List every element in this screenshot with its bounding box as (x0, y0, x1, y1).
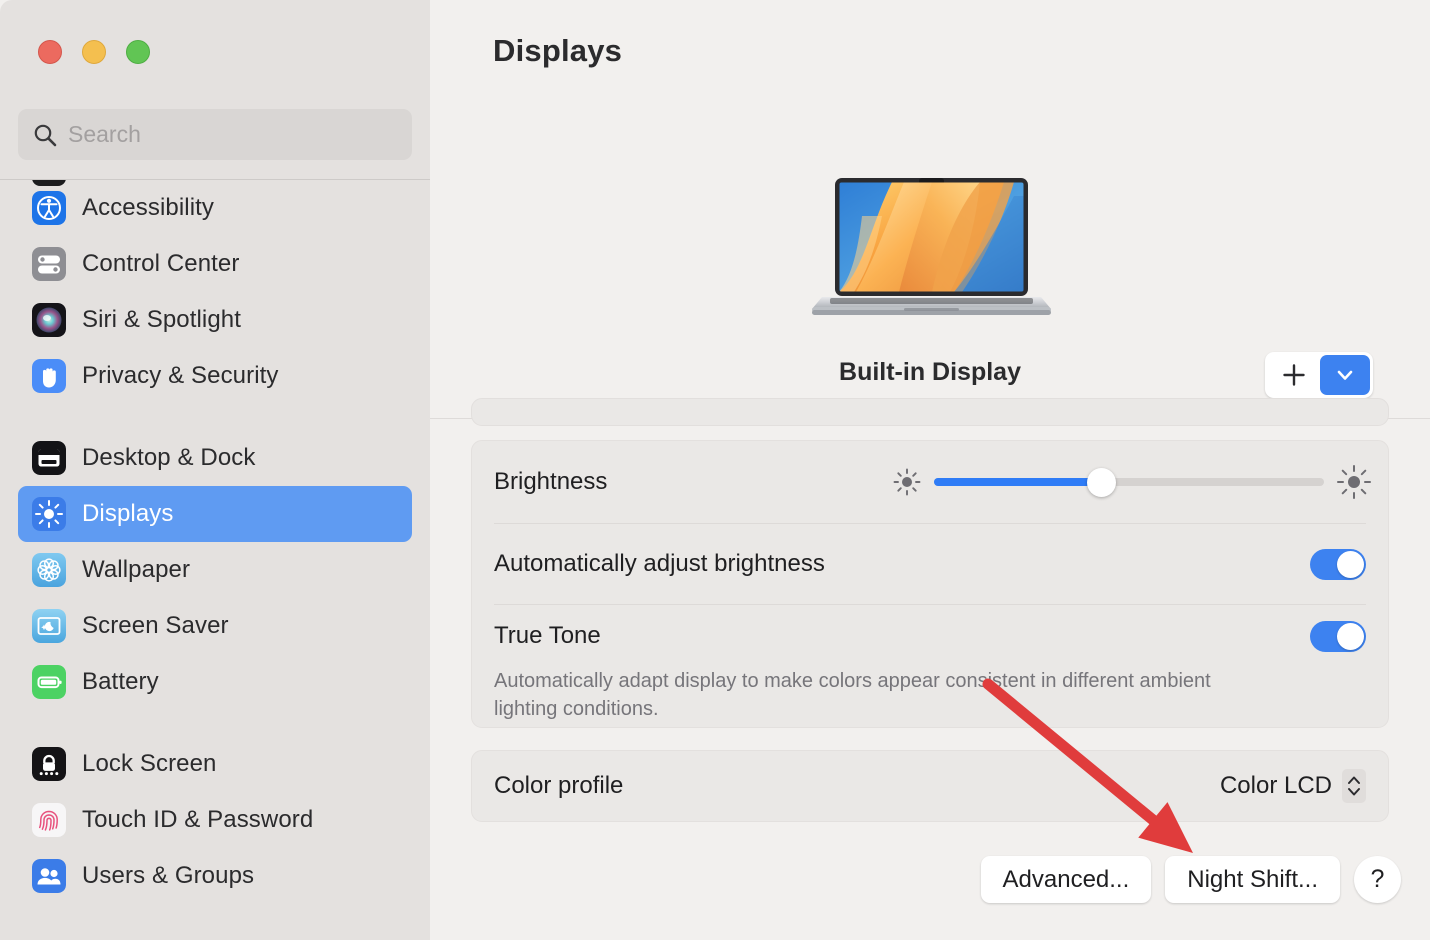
sidebar-item-wallpaper[interactable]: Wallpaper (18, 542, 412, 598)
add-display-control[interactable] (1265, 352, 1373, 398)
accessibility-icon (32, 191, 66, 225)
control-center-icon (32, 247, 66, 281)
privacy-security-icon (32, 359, 66, 393)
sidebar-item-label: Accessibility (82, 194, 214, 221)
help-button[interactable]: ? (1354, 856, 1401, 903)
sidebar-item-label: Privacy & Security (82, 362, 279, 389)
bottom-button-bar: Advanced... Night Shift... ? (980, 856, 1401, 903)
add-display-button[interactable] (1268, 355, 1320, 395)
night-shift-button[interactable]: Night Shift... (1165, 856, 1340, 903)
auto-brightness-label: Automatically adjust brightness (494, 550, 825, 577)
sidebar-item-users-groups[interactable]: Users & Groups (18, 848, 412, 904)
color-profile-row[interactable]: Color profile Color LCD (472, 751, 1388, 821)
brightness-low-icon (893, 468, 921, 496)
sidebar-item-label: Desktop & Dock (82, 444, 256, 471)
toggle-knob (1337, 622, 1364, 650)
sidebar-item-label: Lock Screen (82, 750, 217, 777)
true-tone-row[interactable]: True Tone (472, 605, 1388, 667)
sidebar-item-privacy-security[interactable]: Privacy & Security (18, 348, 412, 404)
search-icon (34, 124, 57, 146)
sidebar-item-label: Touch ID & Password (82, 806, 314, 833)
true-tone-label: True Tone (494, 622, 601, 649)
color-profile-label: Color profile (494, 772, 624, 799)
sidebar-item-label: Displays (82, 500, 174, 527)
add-display-dropdown-button[interactable] (1320, 355, 1370, 395)
sidebar-item-label: Wallpaper (82, 556, 191, 583)
sidebar-item-screen-saver[interactable]: Screen Saver (18, 598, 412, 654)
brightness-high-icon (1337, 465, 1371, 499)
brightness-slider[interactable] (892, 441, 1372, 523)
maximize-window-button[interactable] (126, 40, 150, 64)
sidebar-item-control-center[interactable]: Control Center (18, 236, 412, 292)
sidebar-item-lock-screen[interactable]: Lock Screen (18, 736, 412, 792)
brightness-label: Brightness (494, 468, 608, 495)
sidebar-item-label: Battery (82, 668, 159, 695)
sidebar: Accessibility Control Center Siri & Spot… (0, 0, 430, 940)
minimize-window-button[interactable] (82, 40, 106, 64)
auto-brightness-toggle[interactable] (1310, 548, 1366, 580)
sidebar-item-desktop-dock[interactable]: Desktop & Dock (18, 430, 412, 486)
sidebar-item-label: Siri & Spotlight (82, 306, 242, 333)
system-settings-window: Accessibility Control Center Siri & Spot… (0, 0, 1430, 940)
macbook-display-image[interactable] (804, 176, 1059, 338)
search-input[interactable] (68, 121, 388, 148)
close-window-button[interactable] (38, 40, 62, 64)
scrolled-card-above (471, 398, 1389, 426)
color-profile-card: Color profile Color LCD (471, 750, 1389, 822)
sidebar-item-label: Control Center (82, 250, 240, 277)
sidebar-item-accessibility[interactable]: Accessibility (18, 180, 412, 236)
true-tone-toggle[interactable] (1310, 620, 1366, 652)
color-profile-select[interactable]: Color LCD (1220, 769, 1366, 803)
sidebar-item-label: Screen Saver (82, 612, 229, 639)
lock-screen-icon (32, 747, 66, 781)
sidebar-item-label: Users & Groups (82, 862, 255, 889)
chevron-down-icon (1337, 370, 1353, 380)
touch-id-icon (32, 803, 66, 837)
brightness-slider-knob[interactable] (1087, 467, 1117, 497)
main-pane: Displays Built-in Display Brightness Aut… (430, 0, 1430, 940)
wallpaper-icon (32, 553, 66, 587)
screen-saver-icon (32, 609, 66, 643)
brightness-row[interactable]: Brightness (472, 441, 1388, 523)
page-title: Displays (493, 33, 623, 68)
battery-icon (32, 665, 66, 699)
sidebar-item-siri-spotlight[interactable]: Siri & Spotlight (18, 292, 412, 348)
sidebar-item-displays[interactable]: Displays (18, 486, 412, 542)
displays-icon (32, 497, 66, 531)
desktop-dock-icon (32, 441, 66, 475)
siri-icon (32, 303, 66, 337)
sidebar-item-touch-id-password[interactable]: Touch ID & Password (18, 792, 412, 848)
window-traffic-lights (38, 40, 150, 64)
auto-brightness-row[interactable]: Automatically adjust brightness (472, 524, 1388, 604)
display-hero-section: Built-in Display (430, 120, 1430, 418)
sidebar-item-battery[interactable]: Battery (18, 654, 412, 710)
display-settings-card: Brightness Automatically adjust brightne… (471, 440, 1389, 728)
advanced-button[interactable]: Advanced... (980, 856, 1152, 903)
chevron-up-down-icon[interactable] (1342, 769, 1366, 803)
users-groups-icon (32, 859, 66, 893)
search-field[interactable] (18, 109, 412, 160)
sidebar-nav-list[interactable]: Accessibility Control Center Siri & Spot… (0, 180, 430, 940)
plus-icon (1283, 364, 1305, 386)
brightness-slider-fill (934, 478, 1102, 486)
color-profile-value: Color LCD (1219, 772, 1332, 799)
toggle-knob (1337, 550, 1364, 578)
brightness-slider-track[interactable] (934, 467, 1324, 497)
true-tone-description: Automatically adapt display to make colo… (494, 670, 1211, 720)
chevron-up-down-glyph (1348, 776, 1360, 796)
